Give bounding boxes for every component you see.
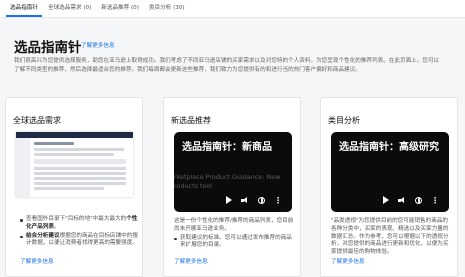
video-player[interactable]: 选品指南针：新商品 arketplace Product Guidance: N… bbox=[174, 132, 292, 212]
card-learn-more-link[interactable]: 了解更多信息 bbox=[174, 257, 208, 265]
video-player[interactable]: 选品指南针：高级研究 ⋮ bbox=[331, 132, 449, 212]
play-icon[interactable] bbox=[226, 196, 232, 204]
bullet-item: 获取建议的标准。您可以通过发布推荐的商品来扩展您的目录。 bbox=[174, 235, 296, 251]
video-subtitle-overlay: arketplace Product Guidance: New product… bbox=[174, 173, 281, 190]
card-title: 新选品推荐 bbox=[171, 116, 211, 125]
volume-icon[interactable] bbox=[241, 196, 249, 204]
global-demand-preview-image bbox=[16, 132, 133, 197]
play-icon[interactable] bbox=[383, 196, 389, 204]
card-description: 这是一份个性化的推荐/推荐的商品列表，您目前尚未开展亚马逊业务。 获取建议的标准… bbox=[174, 218, 296, 251]
tab-guide[interactable]: 选品指南针 bbox=[6, 3, 42, 17]
more-options-icon[interactable]: ⋮ bbox=[274, 196, 282, 204]
tab-global-demand[interactable]: 全球选品需求 (0) bbox=[44, 3, 95, 17]
card-bullets: 查看国外目录下"目标的地"中最大最大的个性化产品列表。 结合分析建议根据您的商品… bbox=[20, 216, 138, 249]
bullet-item: 查看国外目录下"目标的地"中最大最大的个性化产品列表。 bbox=[20, 216, 138, 232]
card-learn-more-link[interactable]: 了解更多信息 bbox=[331, 257, 365, 265]
tab-category-analysis[interactable]: 类目分析 (30) bbox=[145, 3, 189, 17]
language-icon[interactable] bbox=[415, 196, 422, 204]
language-icon[interactable] bbox=[258, 196, 265, 204]
card-category-analysis: 类目分析 选品指南针：高级研究 ⋮ "品类透视"为您提供目前的您可能销售的商品的… bbox=[320, 97, 458, 277]
card-new-products: 新选品推荐 选品指南针：新商品 arketplace Product Guida… bbox=[163, 97, 301, 277]
page-intro: 我们很高兴为您提供选择服务，助您在亚马逊上取得成功。我们考虑了不同亚马逊店铺的买… bbox=[14, 58, 440, 73]
learn-more-link[interactable]: 了解更多信息 bbox=[81, 41, 115, 49]
video-title-overlay: 选品指南针：新商品 bbox=[182, 142, 272, 153]
bullet-item: 结合分析建议根据您的商品在目标店铺中的搜计数据，以便让消费者找得更高的需要强度。 bbox=[20, 233, 138, 249]
more-options-icon[interactable]: ⋮ bbox=[431, 196, 439, 204]
video-title-overlay: 选品指南针：高级研究 bbox=[339, 142, 439, 153]
card-learn-more-link[interactable]: 了解更多信息 bbox=[20, 257, 54, 265]
volume-icon[interactable] bbox=[398, 196, 406, 204]
card-description: "品类透视"为您提供目前的您可能销售的商品的各种分类中，买家的表现、精选以及买家… bbox=[331, 218, 449, 256]
card-title: 全球选品需求 bbox=[13, 116, 61, 125]
tab-new-products[interactable]: 新选品推荐 (0) bbox=[97, 3, 143, 17]
card-title: 类目分析 bbox=[328, 116, 360, 125]
video-controls: ⋮ bbox=[331, 193, 449, 207]
card-global-demand: 全球选品需求 查看国外目录下"目标的地"中最大最大的个性化产品列表。 结合分析建… bbox=[5, 97, 143, 277]
video-controls: ⋮ bbox=[174, 193, 292, 207]
tab-bar: 选品指南针 全球选品需求 (0) 新选品推荐 (0) 类目分析 (30) bbox=[0, 0, 465, 18]
page-title: 选品指南针 bbox=[14, 40, 82, 56]
